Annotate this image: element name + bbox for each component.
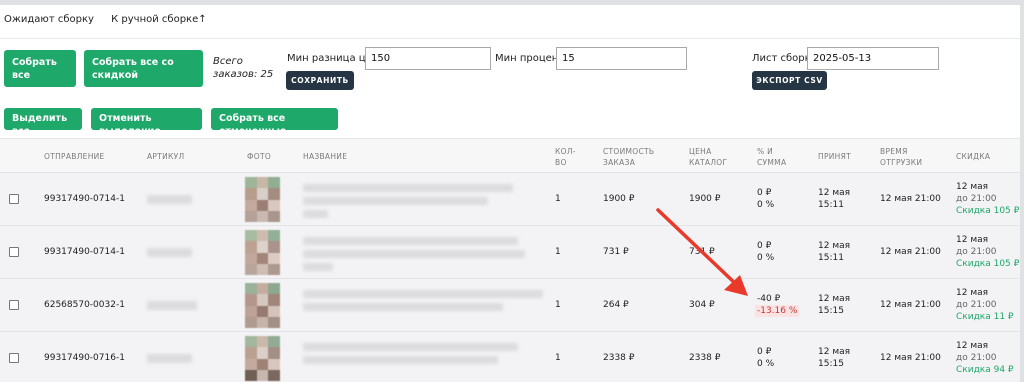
annotation-arrow — [656, 208, 748, 296]
